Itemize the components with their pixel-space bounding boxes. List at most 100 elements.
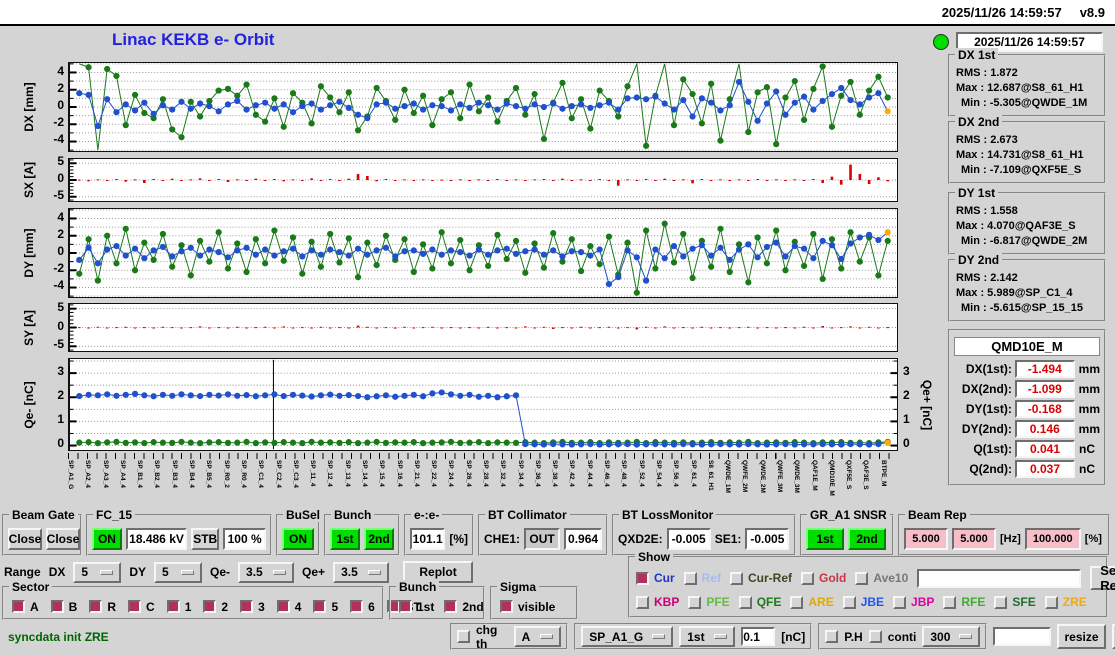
checkbox-icon[interactable] xyxy=(276,600,290,613)
show-checkbox-ref[interactable]: Ref xyxy=(683,571,721,585)
checkbox-icon[interactable] xyxy=(738,595,752,609)
screenshot-button[interactable] xyxy=(1111,624,1115,649)
chart-dy[interactable]: DY [mm] 4 2 0 -2 -4 xyxy=(0,208,946,298)
points-dropdown[interactable]: 300 xyxy=(922,626,981,647)
sector-checkbox-a[interactable]: A xyxy=(12,600,39,614)
checkbox-icon[interactable] xyxy=(688,595,702,609)
show-checkbox-jbp[interactable]: JBP xyxy=(893,595,934,609)
plot-area[interactable] xyxy=(68,158,898,202)
plot-area[interactable] xyxy=(68,303,898,352)
bpm-label: SP_52_4 xyxy=(637,460,645,487)
y-tick-label: 2 xyxy=(57,226,64,241)
bunch-1st-button[interactable]: 1st xyxy=(330,527,360,550)
range-dy-dropdown[interactable]: 5 xyxy=(154,561,203,583)
threshold-input[interactable] xyxy=(741,627,776,646)
bpm-label: SP_32_4 xyxy=(499,460,507,487)
checkbox-icon[interactable] xyxy=(790,595,804,609)
bpm-label: QXF5E_S xyxy=(845,460,853,490)
bunch-checkbox-2nd[interactable]: 2nd xyxy=(444,600,484,614)
chart-qe[interactable]: Qe- [nC] Qe+ [nC] 3 3 2 2 1 1 0 0 xyxy=(0,358,946,451)
checkbox-label: 4 xyxy=(294,599,302,614)
checkbox-icon[interactable] xyxy=(166,600,180,613)
monitor-row-label: Q(2nd): xyxy=(969,462,1012,476)
checkbox-label: C xyxy=(146,599,155,614)
extra-input[interactable] xyxy=(993,627,1052,646)
ph-checkbox[interactable] xyxy=(825,630,839,643)
monitor-row-unit: nC xyxy=(1079,442,1095,456)
plot-area[interactable] xyxy=(68,358,898,451)
checkbox-icon[interactable] xyxy=(893,595,907,609)
checkbox-icon[interactable] xyxy=(636,571,649,585)
checkbox-icon[interactable] xyxy=(842,595,856,609)
chart-sx[interactable]: SX [A] 5 0 -5 xyxy=(0,155,946,202)
sector-checkbox-c[interactable]: C xyxy=(128,600,155,614)
range-qem-dropdown[interactable]: 3.5 xyxy=(238,561,295,583)
bunch-select-dropdown[interactable]: 1st xyxy=(679,626,736,647)
checkbox-icon[interactable] xyxy=(128,600,142,613)
checkbox-icon[interactable] xyxy=(203,600,217,613)
checkbox-icon[interactable] xyxy=(313,600,327,613)
sector-checkbox-2[interactable]: 2 xyxy=(203,600,228,614)
plot-area[interactable] xyxy=(68,62,898,152)
show-checkbox-sfe[interactable]: SFE xyxy=(994,595,1036,609)
bpm-label: SP_56_4 xyxy=(672,460,680,487)
show-checkbox-kbp[interactable]: KBP xyxy=(636,595,679,609)
show-checkbox-qfe[interactable]: QFE xyxy=(738,595,781,609)
range-dx-dropdown[interactable]: 5 xyxy=(73,561,122,583)
chg-th-dropdown[interactable]: A xyxy=(513,626,562,647)
ref-file-input[interactable] xyxy=(917,568,1082,588)
show-checkbox-zre[interactable]: ZRE xyxy=(1044,595,1087,609)
checkbox-icon[interactable] xyxy=(444,600,458,613)
chart-sy[interactable]: SY [A] 5 0 -5 xyxy=(0,301,946,352)
range-qep-dropdown[interactable]: 3.5 xyxy=(333,561,390,583)
checkbox-icon[interactable] xyxy=(350,600,364,613)
checkbox-icon[interactable] xyxy=(50,600,64,613)
monitor-name[interactable]: QMD10E_M xyxy=(954,337,1100,356)
sector-checkbox-6[interactable]: 6 xyxy=(350,600,375,614)
bunch-checkbox-1st[interactable]: 1st xyxy=(399,600,434,614)
checkbox-icon[interactable] xyxy=(683,571,697,585)
sector-checkbox-5[interactable]: 5 xyxy=(313,600,338,614)
checkbox-icon[interactable] xyxy=(12,600,25,613)
checkbox-icon[interactable] xyxy=(240,600,254,613)
sector-checkbox-r[interactable]: R xyxy=(89,600,116,614)
show-checkbox-rfe[interactable]: RFE xyxy=(943,595,985,609)
show-checkbox-ave10[interactable]: Ave10 xyxy=(855,571,908,585)
bunch-2nd-button[interactable]: 2nd xyxy=(364,527,394,550)
sector-checkbox-b[interactable]: B xyxy=(50,600,77,614)
checkbox-icon[interactable] xyxy=(730,571,744,585)
show-checkbox-are[interactable]: ARE xyxy=(790,595,834,609)
checkbox-icon[interactable] xyxy=(943,595,957,609)
sp-select-dropdown[interactable]: SP_A1_G xyxy=(581,626,674,647)
checkbox-icon[interactable] xyxy=(89,600,103,613)
show-checkbox-gold[interactable]: Gold xyxy=(801,571,846,585)
checkbox-icon[interactable] xyxy=(801,571,815,585)
sector-checkbox-1[interactable]: 1 xyxy=(166,600,191,614)
sector-checkbox-4[interactable]: 4 xyxy=(276,599,302,614)
show-checkbox-cur[interactable]: Cur xyxy=(636,571,675,585)
checkbox-icon[interactable] xyxy=(399,600,412,613)
checkbox-icon[interactable] xyxy=(855,571,869,585)
checkbox-icon[interactable] xyxy=(994,595,1008,609)
checkbox-icon[interactable] xyxy=(636,595,649,609)
y-tick-label: -5 xyxy=(53,337,64,352)
chg-th-checkbox[interactable] xyxy=(457,630,470,643)
conti-checkbox[interactable] xyxy=(868,630,882,643)
show-checkbox-pfe[interactable]: PFE xyxy=(688,595,730,609)
bpm-label: QWDE_3M xyxy=(793,460,801,493)
show-checkbox-cur-ref[interactable]: Cur-Ref xyxy=(730,571,792,585)
fc15-percent-value: 100 % xyxy=(223,527,267,550)
show-checkbox-jbe[interactable]: JBE xyxy=(842,595,884,609)
sigma-checkbox-visible[interactable]: visible xyxy=(500,600,555,614)
y-tick-label: -4 xyxy=(53,278,64,293)
chart-dx[interactable]: DX [mm] 4 2 0 -2 -4 xyxy=(0,62,946,152)
y-tick-label: 2 xyxy=(57,388,64,403)
set-ref-button[interactable]: Set Ref xyxy=(1090,563,1115,593)
sector-checkbox-3[interactable]: 3 xyxy=(240,600,265,614)
checkbox-icon[interactable] xyxy=(1044,595,1058,609)
beam-gate-close-button-1[interactable]: Close xyxy=(8,527,42,550)
checkbox-icon[interactable] xyxy=(500,600,513,613)
resize-button[interactable]: resize xyxy=(1057,624,1106,649)
beam-gate-close-button-2[interactable]: Close xyxy=(46,527,80,550)
plot-area[interactable] xyxy=(68,208,898,298)
